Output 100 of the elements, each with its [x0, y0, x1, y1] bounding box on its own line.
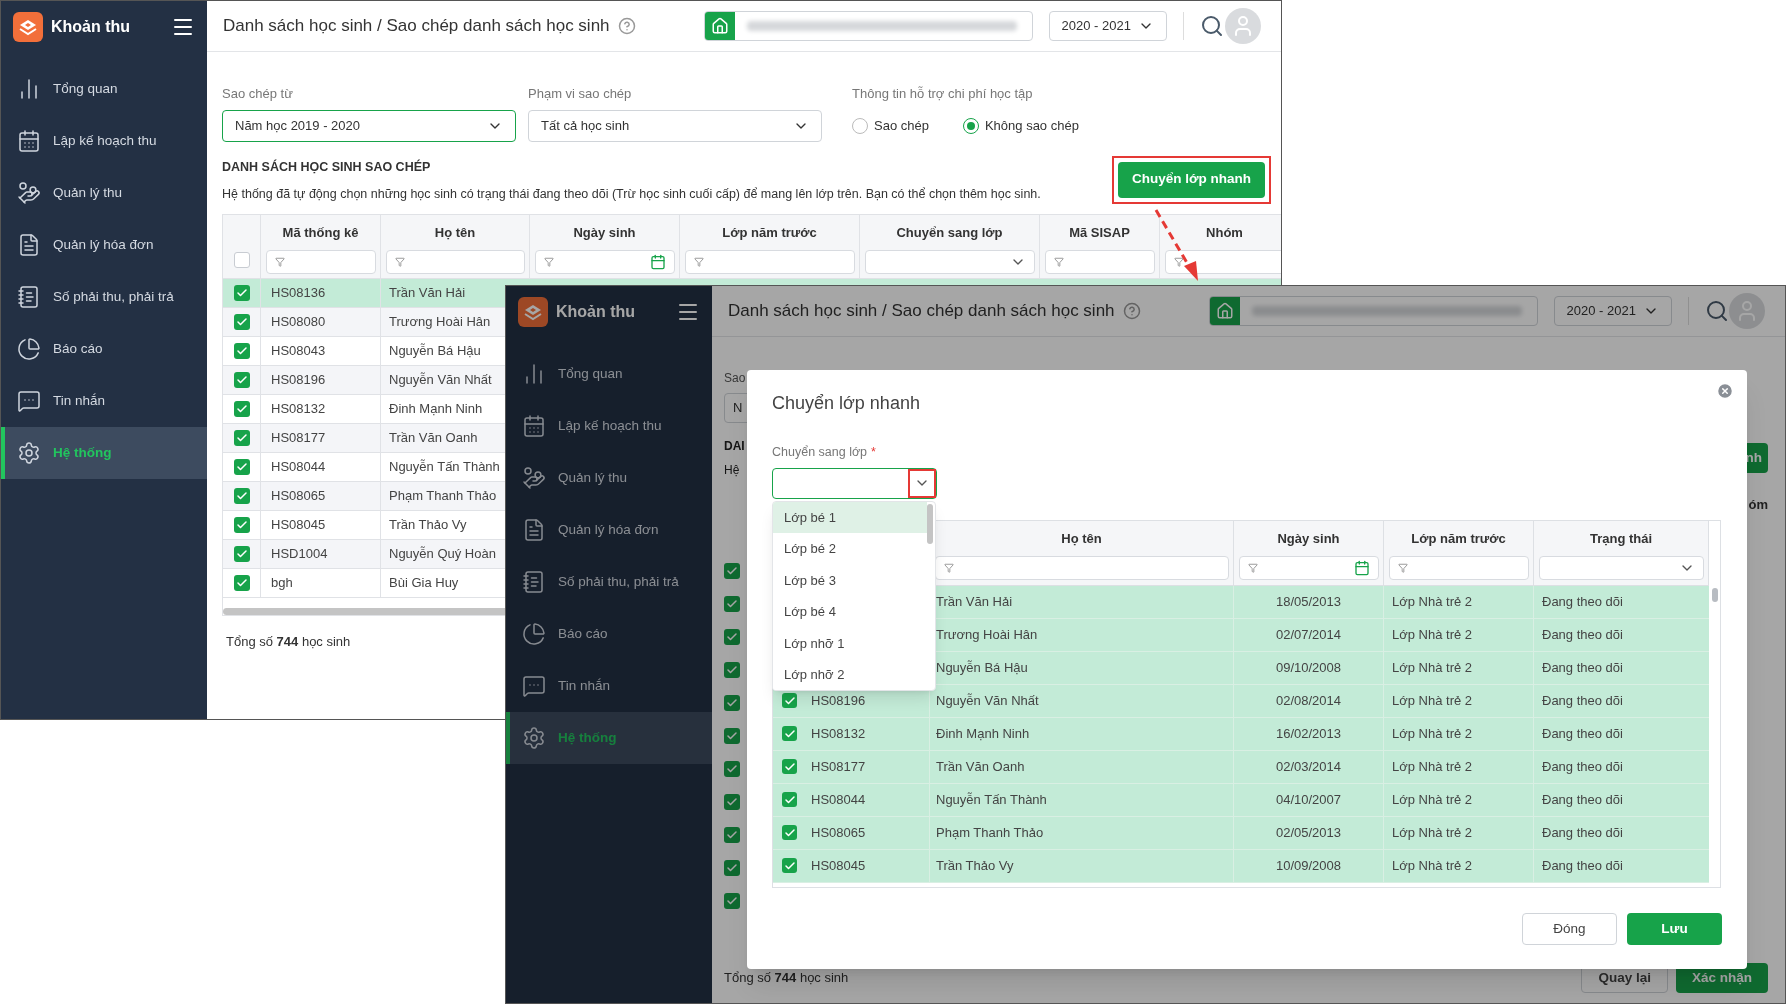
- checkbox[interactable]: [782, 693, 797, 709]
- checkbox[interactable]: [233, 574, 250, 591]
- sidebar-item[interactable]: Hệ thống: [1, 427, 207, 479]
- sidebar-item[interactable]: Tổng quan: [1, 63, 207, 115]
- table-row[interactable]: HS08132 Đinh Mạnh Ninh 16/02/2013 Lớp Nhà trẻ 2 Đang theo dõi: [773, 717, 1709, 751]
- filter-field[interactable]: [684, 249, 855, 274]
- sidebar-item[interactable]: Lập kế hoạch thu: [1, 115, 207, 167]
- checkbox[interactable]: [233, 516, 250, 533]
- sidebar-item[interactable]: Tin nhắn: [1, 375, 207, 427]
- table-cell-text: 16/02/2013: [1275, 725, 1342, 743]
- radio-option[interactable]: Không sao chép: [962, 115, 1079, 136]
- filter-field[interactable]: [1164, 249, 1281, 274]
- checkbox[interactable]: [724, 562, 740, 579]
- school-selector[interactable]: [703, 11, 1033, 41]
- table-cell-text: Trương Hoài Hân: [389, 312, 491, 331]
- table-cell-text: Đang theo dõi: [1542, 824, 1623, 842]
- settings-icon: [17, 441, 41, 465]
- close-icon[interactable]: [1716, 382, 1734, 400]
- dropdown-option[interactable]: Lớp nhỡ 2: [773, 659, 927, 690]
- close-button[interactable]: Đóng: [1522, 912, 1617, 945]
- checkbox[interactable]: [233, 284, 250, 301]
- filter-field[interactable]: [864, 249, 1035, 274]
- check-icon: [726, 894, 738, 907]
- checkbox[interactable]: [233, 400, 250, 417]
- check-icon: [235, 518, 248, 531]
- table-row[interactable]: HS08044 Nguyễn Tấn Thành 04/10/2007 Lớp Nhà trẻ 2 Đang theo dõi: [773, 783, 1709, 817]
- chat-icon: [522, 674, 546, 698]
- table-cell-text: Đang theo dõi: [1542, 725, 1623, 743]
- checkbox[interactable]: [782, 792, 797, 808]
- table-cell-text: HS08080: [271, 312, 326, 331]
- column-header: Trạng thái: [1589, 529, 1653, 548]
- magnifier-icon[interactable]: [1704, 299, 1729, 323]
- dropdown-option[interactable]: Lớp bé 1: [773, 501, 927, 534]
- filter-field[interactable]: [1044, 249, 1155, 274]
- magnifier-icon[interactable]: [1199, 14, 1224, 38]
- checkbox[interactable]: [724, 859, 740, 876]
- check-icon: [783, 826, 796, 839]
- scrollbar[interactable]: [927, 503, 933, 544]
- sidebar-item[interactable]: Quản lý hóa đơn: [1, 219, 207, 271]
- checkbox[interactable]: [233, 429, 250, 446]
- table-cell-text: Trương Hoài Hân: [936, 626, 1038, 644]
- check-icon: [235, 402, 248, 415]
- checkbox[interactable]: [724, 826, 740, 843]
- sidebar-item[interactable]: Báo cáo: [1, 323, 207, 375]
- year-select[interactable]: 2020 - 2021: [1048, 11, 1167, 41]
- settings-icon: [522, 726, 546, 750]
- checkbox[interactable]: [724, 892, 740, 909]
- calendar-icon[interactable]: [649, 253, 666, 270]
- scrollbar[interactable]: [1711, 587, 1718, 602]
- modal-title: Chuyển lớp nhanh: [772, 392, 920, 415]
- filter-field[interactable]: [1538, 555, 1704, 580]
- section-title: DAI: [724, 438, 745, 455]
- help-icon[interactable]: [617, 17, 636, 35]
- checkbox[interactable]: [724, 727, 740, 744]
- table-row[interactable]: HS08045 Trần Thảo Vy 10/09/2008 Lớp Nhà trẻ 2 Đang theo dõi: [773, 849, 1709, 883]
- table-cell-text: HS08177: [811, 758, 866, 776]
- sidebar-item[interactable]: Quản lý thu: [1, 167, 207, 219]
- checkbox[interactable]: [233, 458, 250, 475]
- check-icon: [726, 795, 738, 808]
- column-header: Lớp năm trước: [722, 223, 817, 242]
- filter-field[interactable]: [534, 249, 675, 274]
- radio-option[interactable]: Sao chép: [852, 115, 929, 136]
- filter-field[interactable]: [265, 249, 376, 274]
- table-cell-text: Trần Thảo Vy: [936, 857, 1014, 875]
- select-field[interactable]: Năm học 2019 - 2020: [222, 109, 516, 142]
- checkbox[interactable]: [233, 313, 250, 330]
- column-header: Ngày sinh: [573, 223, 636, 242]
- checkbox[interactable]: [724, 595, 740, 612]
- checkbox[interactable]: [233, 342, 250, 359]
- filter-field[interactable]: [1238, 555, 1379, 580]
- table-row[interactable]: HS08196 Nguyễn Văn Nhất 02/08/2014 Lớp Nhà trẻ 2 Đang theo dõi: [773, 684, 1709, 718]
- calendar-icon[interactable]: [1353, 559, 1370, 576]
- table-row[interactable]: HS08065 Phạm Thanh Thảo 02/05/2013 Lớp Nhà trẻ 2 Đang theo dõi: [773, 816, 1709, 850]
- filter-field[interactable]: [934, 555, 1229, 580]
- checkbox[interactable]: [782, 858, 797, 874]
- checkbox[interactable]: [724, 661, 740, 678]
- class-select[interactable]: [772, 467, 937, 499]
- column-header: Mã SISAP: [1069, 223, 1130, 242]
- checkbox[interactable]: [233, 371, 250, 388]
- filter-field[interactable]: [385, 249, 525, 274]
- school-selector[interactable]: [1208, 296, 1538, 326]
- check-icon: [235, 460, 248, 473]
- checkbox[interactable]: [724, 793, 740, 810]
- table-row[interactable]: HS08177 Trần Văn Oanh 02/03/2014 Lớp Nhà trẻ 2 Đang theo dõi: [773, 750, 1709, 784]
- checkbox[interactable]: [233, 487, 250, 504]
- year-select[interactable]: 2020 - 2021: [1553, 296, 1672, 326]
- checkbox[interactable]: [724, 694, 740, 711]
- checkbox[interactable]: [782, 825, 797, 841]
- help-icon[interactable]: [1122, 302, 1141, 320]
- table-cell-text: Trần Văn Hải: [389, 283, 466, 302]
- checkbox[interactable]: [233, 545, 250, 562]
- sidebar-item[interactable]: Số phải thu, phải trả: [1, 271, 207, 323]
- checkbox[interactable]: [724, 760, 740, 777]
- checkbox[interactable]: [782, 759, 797, 775]
- select-field[interactable]: Tất cả học sinh: [528, 109, 822, 142]
- checkbox[interactable]: [233, 251, 250, 268]
- filter-field[interactable]: [1388, 555, 1529, 580]
- check-icon: [235, 489, 248, 502]
- checkbox[interactable]: [724, 628, 740, 645]
- checkbox[interactable]: [782, 726, 797, 742]
